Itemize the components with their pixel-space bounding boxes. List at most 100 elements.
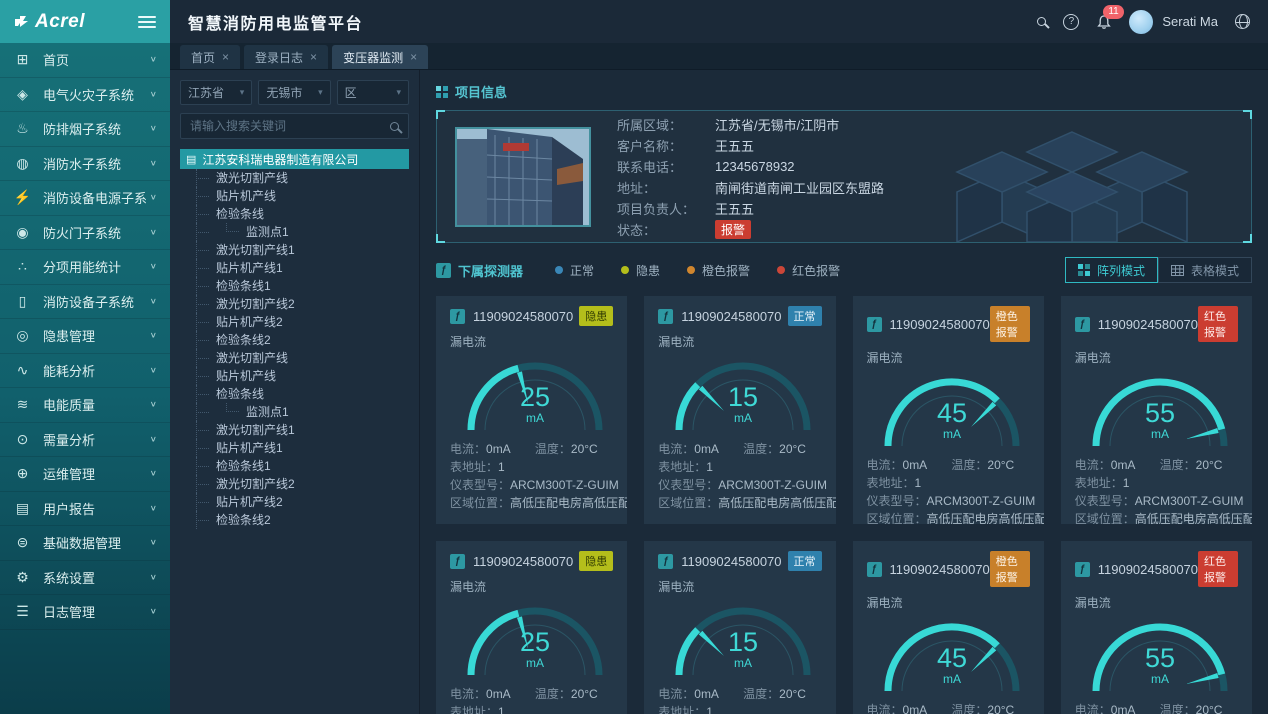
sidebar-item-4[interactable]: ◍ 消防水子系统 ∨ [0, 147, 170, 182]
grid-mode-button[interactable]: 阵列模式 [1065, 257, 1158, 283]
table-mode-icon [1171, 265, 1184, 276]
svg-text:mA: mA [1151, 672, 1169, 686]
leakage-gauge: 45mA [867, 362, 1030, 454]
detail-field: 温度：20°C [1160, 456, 1223, 474]
tree-item[interactable]: 贴片机产线2 [180, 313, 409, 331]
detail-field: 仪表型号：ARCM300T-Z-GUIM [1075, 492, 1244, 510]
search-icon[interactable] [1037, 17, 1046, 26]
region-select-1[interactable]: 江苏省 ▾ [180, 80, 252, 105]
sidebar-item-5[interactable]: ⚡ 消防设备电源子系统 ∨ [0, 181, 170, 216]
sidebar-item-17[interactable]: ☰ 日志管理 ∨ [0, 595, 170, 630]
project-field-row: 状态：报警 [617, 219, 884, 240]
svg-text:mA: mA [943, 427, 961, 441]
project-field-row: 地址：南闸街道南闸工业园区东盟路 [617, 177, 884, 198]
tab-close-icon[interactable]: × [222, 50, 229, 64]
cubes-decoration [907, 124, 1237, 242]
language-globe-icon[interactable] [1235, 14, 1250, 29]
tree-item[interactable]: 检验条线2 [180, 511, 409, 529]
fire-power-icon: ⚡ [13, 189, 32, 206]
demand-analysis-icon: ⊙ [13, 431, 32, 448]
tree-item[interactable]: 监测点1 [180, 223, 409, 241]
sidebar-item-8[interactable]: ▯ 消防设备子系统 ∨ [0, 285, 170, 320]
tree-item[interactable]: 贴片机产线1 [180, 259, 409, 277]
sidebar-item-3[interactable]: ♨ 防排烟子系统 ∨ [0, 112, 170, 147]
tree-item[interactable]: 检验条线1 [180, 457, 409, 475]
sidebar-item-11[interactable]: ≋ 电能质量 ∨ [0, 388, 170, 423]
gauge-needle [1186, 673, 1219, 684]
help-icon[interactable]: ? [1063, 14, 1079, 30]
status-badge: 红色报警 [1198, 551, 1238, 587]
electric-fire-icon: ◈ [13, 86, 32, 103]
sidebar-item-7[interactable]: ∴ 分项用能统计 ∨ [0, 250, 170, 285]
notifications-bell-icon[interactable]: 11 [1096, 14, 1112, 30]
tree-item[interactable]: 激光切割产线1 [180, 241, 409, 259]
detector-card-3[interactable]: ƒ 11909024580070 橙色报警 漏电流 45mA 电流：0mA温度：… [853, 296, 1044, 524]
tab-2[interactable]: 登录日志 × [244, 45, 328, 69]
gauge-needle [699, 386, 724, 411]
logo-block: Acrel [0, 0, 170, 43]
tree-item[interactable]: 检验条线2 [180, 331, 409, 349]
detector-card-8[interactable]: ƒ 11909024580070 红色报警 漏电流 55mA 电流：0mA温度：… [1061, 541, 1252, 714]
sidebar-item-10[interactable]: ∿ 能耗分析 ∨ [0, 354, 170, 389]
tree-item[interactable]: 激光切割产线 [180, 169, 409, 187]
device-id: 11909024580070 [681, 554, 781, 569]
energy-analysis-icon: ∿ [13, 362, 32, 379]
sidebar-item-9[interactable]: ◎ 隐患管理 ∨ [0, 319, 170, 354]
tree-item[interactable]: 激光切割产线 [180, 349, 409, 367]
leakage-gauge: 55mA [1075, 362, 1238, 454]
detector-card-5[interactable]: ƒ 11909024580070 隐患 漏电流 25mA 电流：0mA温度：20… [436, 541, 627, 714]
tree-item[interactable]: 贴片机产线 [180, 187, 409, 205]
tree-item[interactable]: 贴片机产线2 [180, 493, 409, 511]
detector-card-7[interactable]: ƒ 11909024580070 橙色报警 漏电流 45mA 电流：0mA温度：… [853, 541, 1044, 714]
tree-item[interactable]: 激光切割产线2 [180, 295, 409, 313]
header-actions: ? 11 Serati Ma [1037, 10, 1250, 34]
tree-item[interactable]: 检验条线1 [180, 277, 409, 295]
search-submit-icon[interactable] [390, 122, 399, 131]
hamburger-menu-icon[interactable] [138, 13, 156, 31]
acrel-logo-icon [14, 14, 29, 29]
detector-card-2[interactable]: ƒ 11909024580070 正常 漏电流 15mA 电流：0mA温度：20… [644, 296, 835, 524]
tree-item[interactable]: 监测点1 [180, 403, 409, 421]
tree-item[interactable]: 检验条线 [180, 385, 409, 403]
chevron-down-icon: ▾ [240, 87, 245, 98]
detector-card-1[interactable]: ƒ 11909024580070 隐患 漏电流 25mA 电流：0mA温度：20… [436, 296, 627, 524]
tree-item[interactable]: 检验条线 [180, 205, 409, 223]
detector-card-4[interactable]: ƒ 11909024580070 红色报警 漏电流 55mA 电流：0mA温度：… [1061, 296, 1252, 524]
settings-icon: ⚙ [13, 569, 32, 586]
sidebar-item-13[interactable]: ⊕ 运维管理 ∨ [0, 457, 170, 492]
sidebar-item-15[interactable]: ⊜ 基础数据管理 ∨ [0, 526, 170, 561]
detail-field: 表地址：1 [867, 474, 922, 492]
project-fields: 所属区域：江苏省/无锡市/江阴市客户名称：王五五联系电话：12345678932… [617, 114, 884, 240]
device-details: 电流：0mA温度：20°C表地址：1仪表型号：ARCM300T-Z-GUIM区域… [658, 440, 821, 512]
sidebar-item-12[interactable]: ⊙ 需量分析 ∨ [0, 423, 170, 458]
detector-card-6[interactable]: ƒ 11909024580070 正常 漏电流 15mA 电流：0mA温度：20… [644, 541, 835, 714]
sidebar-item-14[interactable]: ▤ 用户报告 ∨ [0, 492, 170, 527]
region-select-3[interactable]: 区 ▾ [337, 80, 409, 105]
tree-item[interactable]: 贴片机产线1 [180, 439, 409, 457]
svg-text:25: 25 [520, 627, 550, 657]
sidebar-item-6[interactable]: ◉ 防火门子系统 ∨ [0, 216, 170, 251]
user-avatar[interactable] [1129, 10, 1153, 34]
tab-close-icon[interactable]: × [410, 50, 417, 64]
tab-close-icon[interactable]: × [310, 50, 317, 64]
tab-1[interactable]: 首页 × [180, 45, 240, 69]
search-input[interactable] [190, 119, 390, 133]
sidebar-item-2[interactable]: ◈ 电气火灾子系统 ∨ [0, 78, 170, 113]
device-bolt-icon: ƒ [1075, 317, 1090, 332]
status-badge: 正常 [788, 551, 822, 571]
sidebar-item-16[interactable]: ⚙ 系统设置 ∨ [0, 561, 170, 596]
tab-3[interactable]: 变压器监测 × [332, 45, 428, 69]
svg-text:15: 15 [728, 382, 758, 412]
tree-item[interactable]: 激光切割产线2 [180, 475, 409, 493]
tree-item[interactable]: 激光切割产线1 [180, 421, 409, 439]
status-badge: 红色报警 [1198, 306, 1238, 342]
tree-item[interactable]: 贴片机产线 [180, 367, 409, 385]
detail-field: 温度：20°C [951, 456, 1014, 474]
region-select-2[interactable]: 无锡市 ▾ [258, 80, 330, 105]
leakage-gauge: 25mA [450, 591, 613, 683]
table-mode-button[interactable]: 表格模式 [1158, 257, 1252, 283]
sidebar-item-1[interactable]: ⊞ 首页 ∨ [0, 43, 170, 78]
tree-root-company[interactable]: ▤ 江苏安科瑞电器制造有限公司 [180, 149, 409, 169]
detail-field: 电流：0mA [1075, 701, 1160, 714]
user-name[interactable]: Serati Ma [1162, 14, 1218, 29]
